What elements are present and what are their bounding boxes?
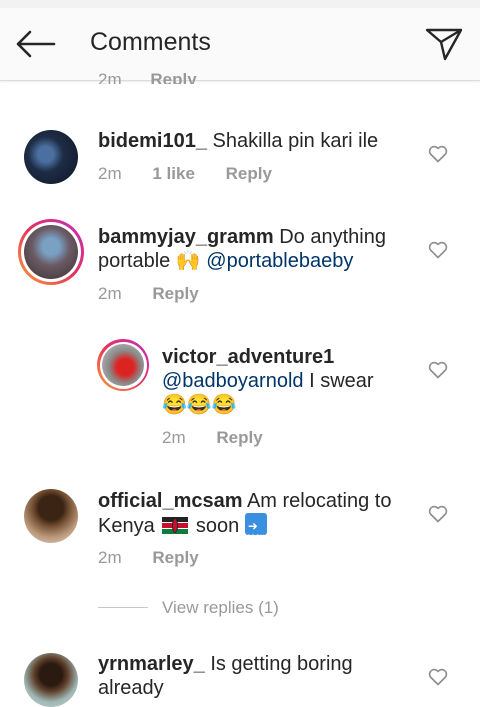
reply-button[interactable]: Reply	[226, 164, 272, 183]
avatar[interactable]	[102, 344, 144, 386]
heart-icon[interactable]	[428, 668, 448, 686]
reply-button[interactable]: Reply	[152, 284, 198, 303]
reply-button[interactable]: Reply	[150, 70, 196, 84]
heart-icon[interactable]	[428, 361, 448, 379]
comment-time: 2m	[98, 284, 122, 303]
comment-text: Am relocating to	[246, 490, 392, 512]
kenya-flag-icon	[162, 517, 189, 534]
comment-username[interactable]: yrnmarley_	[98, 653, 205, 675]
comment-username[interactable]: official_mcsam	[98, 490, 243, 512]
comment-time: 2m	[162, 428, 186, 447]
arrow-left-icon[interactable]	[14, 30, 58, 58]
heart-icon[interactable]	[428, 505, 448, 523]
soon-arrow-icon: ➜ SOON	[244, 513, 267, 541]
status-bar	[0, 0, 480, 8]
heart-icon[interactable]	[428, 145, 448, 163]
avatar[interactable]	[24, 130, 78, 184]
previous-comment-meta: 2m Reply	[98, 70, 221, 84]
comment-time: 2m	[98, 164, 122, 183]
comment-emoji: 😂😂😂	[162, 394, 237, 416]
divider	[98, 607, 148, 608]
paper-plane-icon[interactable]	[424, 26, 464, 62]
comment-text: I swear	[309, 370, 374, 392]
view-replies-button[interactable]: View replies (1)	[162, 598, 279, 618]
avatar[interactable]	[24, 653, 78, 707]
reply-button[interactable]: Reply	[216, 428, 262, 447]
comment-username[interactable]: bidemi101_	[98, 130, 207, 152]
header: Comments	[0, 8, 480, 81]
avatar[interactable]	[24, 489, 78, 543]
heart-icon[interactable]	[428, 241, 448, 259]
page-title: Comments	[90, 28, 211, 56]
avatar[interactable]	[24, 225, 78, 279]
comment-text: soon	[195, 515, 240, 537]
mention-link[interactable]: @badboyarnold	[162, 370, 304, 392]
comment-text: Shakilla pin kari ile	[212, 130, 379, 152]
comment-text: Kenya	[98, 515, 155, 537]
comment-time: 2m	[98, 70, 122, 84]
comment-username[interactable]: bammyjay_gramm	[98, 226, 274, 248]
mention-link[interactable]: @portablebaeby	[206, 250, 353, 272]
comment-username[interactable]: victor_adventure1	[162, 346, 334, 368]
likes-count[interactable]: 1 like	[152, 164, 195, 183]
comment-time: 2m	[98, 548, 122, 567]
reply-button[interactable]: Reply	[152, 548, 198, 567]
